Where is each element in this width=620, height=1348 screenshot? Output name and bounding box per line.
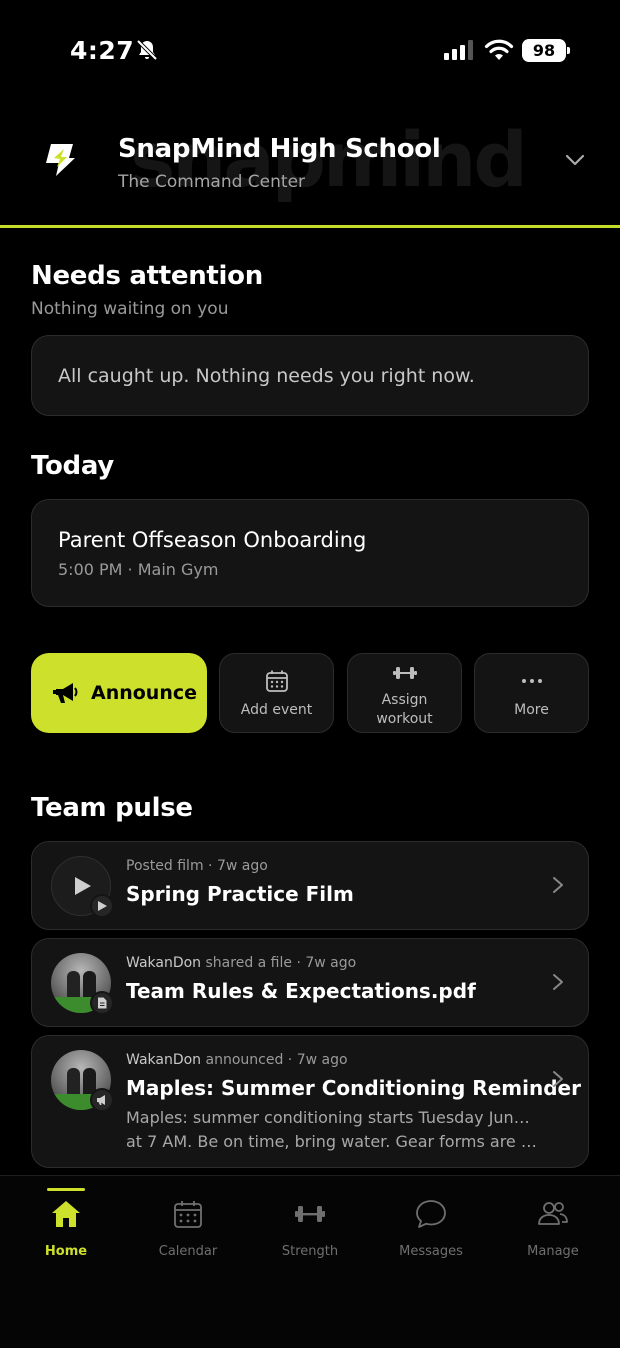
megaphone-icon <box>53 683 78 703</box>
chevron-right-icon <box>553 1071 563 1087</box>
chevron-right-icon <box>553 877 563 893</box>
pulse-action: Posted film · 7w ago <box>126 858 268 874</box>
tab-label: Home <box>44 1244 88 1259</box>
event-meta: 5:00 PM · Main Gym <box>58 560 219 579</box>
add-event-label: Add event <box>240 702 313 718</box>
tab-label: Strength <box>281 1244 339 1259</box>
film-badge <box>90 894 114 918</box>
school-name: SnapMind High School <box>118 134 441 164</box>
header-subtitle: The Command Center <box>118 172 306 192</box>
team-pulse-title: Team pulse <box>31 793 193 823</box>
all-caught-up-message: All caught up. Nothing needs you right n… <box>58 365 475 387</box>
assign-workout-label-line2: workout <box>376 711 433 727</box>
battery-indicator: 98 <box>522 39 570 62</box>
pulse-item-film[interactable]: Posted film · 7w ago Spring Practice Fil… <box>31 841 589 930</box>
add-event-button[interactable]: Add event <box>219 653 334 733</box>
active-tab-indicator <box>47 1188 85 1191</box>
file-badge <box>90 991 114 1015</box>
tab-label: Messages <box>399 1244 463 1259</box>
header-divider <box>0 225 620 228</box>
tab-calendar[interactable]: Calendar <box>126 1176 250 1266</box>
pulse-item-announcement[interactable]: WakanDon announced · 7w ago Maples: Summ… <box>31 1035 589 1168</box>
tab-label: Manage <box>527 1244 579 1259</box>
pulse-action: shared a file · 7w ago <box>201 955 357 971</box>
people-icon <box>538 1202 568 1225</box>
status-time: 4:27 <box>70 36 135 65</box>
all-caught-up-card: All caught up. Nothing needs you right n… <box>31 335 589 416</box>
pulse-action: announced · 7w ago <box>201 1052 348 1068</box>
today-title: Today <box>31 451 114 481</box>
pulse-actor: WakanDon <box>126 955 202 971</box>
pulse-body: Maples: summer conditioning starts Tuesd… <box>126 1106 538 1154</box>
wifi-icon <box>484 39 514 60</box>
pulse-item-file[interactable]: WakanDon shared a file · 7w ago Team Rul… <box>31 938 589 1027</box>
announce-label: Announce <box>91 682 198 704</box>
pulse-title: Team Rules & Expectations.pdf <box>126 979 476 1003</box>
needs-attention-subtitle: Nothing waiting on you <box>31 299 229 319</box>
pulse-body-line: Maples: summer conditioning starts Tuesd… <box>126 1108 538 1127</box>
pulse-title: Maples: Summer Conditioning Reminder <box>126 1076 581 1100</box>
pulse-body-line: at 7 AM. Be on time, bring water. Gear f… <box>126 1132 538 1151</box>
needs-attention-title: Needs attention <box>31 261 263 291</box>
team-header[interactable]: snapmind SnapMind High School The Comman… <box>0 110 620 226</box>
announce-button[interactable]: Announce <box>31 653 207 733</box>
play-icon <box>75 877 91 895</box>
today-event-card[interactable]: Parent Offseason Onboarding 5:00 PM · Ma… <box>31 499 589 607</box>
tab-home[interactable]: Home <box>4 1176 128 1266</box>
pulse-title: Spring Practice Film <box>126 882 354 906</box>
pulse-meta: Posted film · 7w ago <box>126 858 268 874</box>
tab-strength[interactable]: Strength <box>248 1176 372 1266</box>
tab-manage[interactable]: Manage <box>491 1176 615 1266</box>
assign-workout-button[interactable]: Assign workout <box>347 653 462 733</box>
bottom-tab-bar: Home Calendar Strength Messages Manage <box>0 1175 620 1348</box>
pulse-meta: WakanDon shared a file · 7w ago <box>126 955 356 971</box>
tab-label: Calendar <box>158 1244 218 1259</box>
cellular-signal-icon <box>444 40 473 60</box>
tab-messages[interactable]: Messages <box>369 1176 493 1266</box>
event-title: Parent Offseason Onboarding <box>58 528 367 552</box>
home-icon <box>52 1201 80 1227</box>
more-label: More <box>514 702 549 718</box>
chevron-down-icon[interactable] <box>564 152 586 168</box>
bell-off-icon <box>136 39 158 61</box>
calendar-icon <box>174 1201 202 1228</box>
more-button[interactable]: More <box>474 653 589 733</box>
dumbbell-icon <box>295 1206 325 1222</box>
calendar-icon <box>266 670 288 692</box>
megaphone-badge-icon <box>97 1095 105 1105</box>
snapmind-logo-icon <box>46 144 75 176</box>
document-icon <box>98 997 107 1009</box>
status-bar: 4:27 98 <box>0 0 620 100</box>
pulse-meta: WakanDon announced · 7w ago <box>126 1052 348 1068</box>
play-badge-icon <box>98 901 107 911</box>
quick-actions: Announce Add event Assign workout More <box>31 653 589 734</box>
chevron-right-icon <box>553 974 563 990</box>
dumbbell-icon <box>393 667 417 679</box>
announcement-badge <box>90 1088 114 1112</box>
chat-icon <box>416 1200 446 1228</box>
pulse-actor: WakanDon <box>126 1052 202 1068</box>
more-dots-icon <box>522 679 542 683</box>
assign-workout-label-line1: Assign <box>381 692 428 708</box>
